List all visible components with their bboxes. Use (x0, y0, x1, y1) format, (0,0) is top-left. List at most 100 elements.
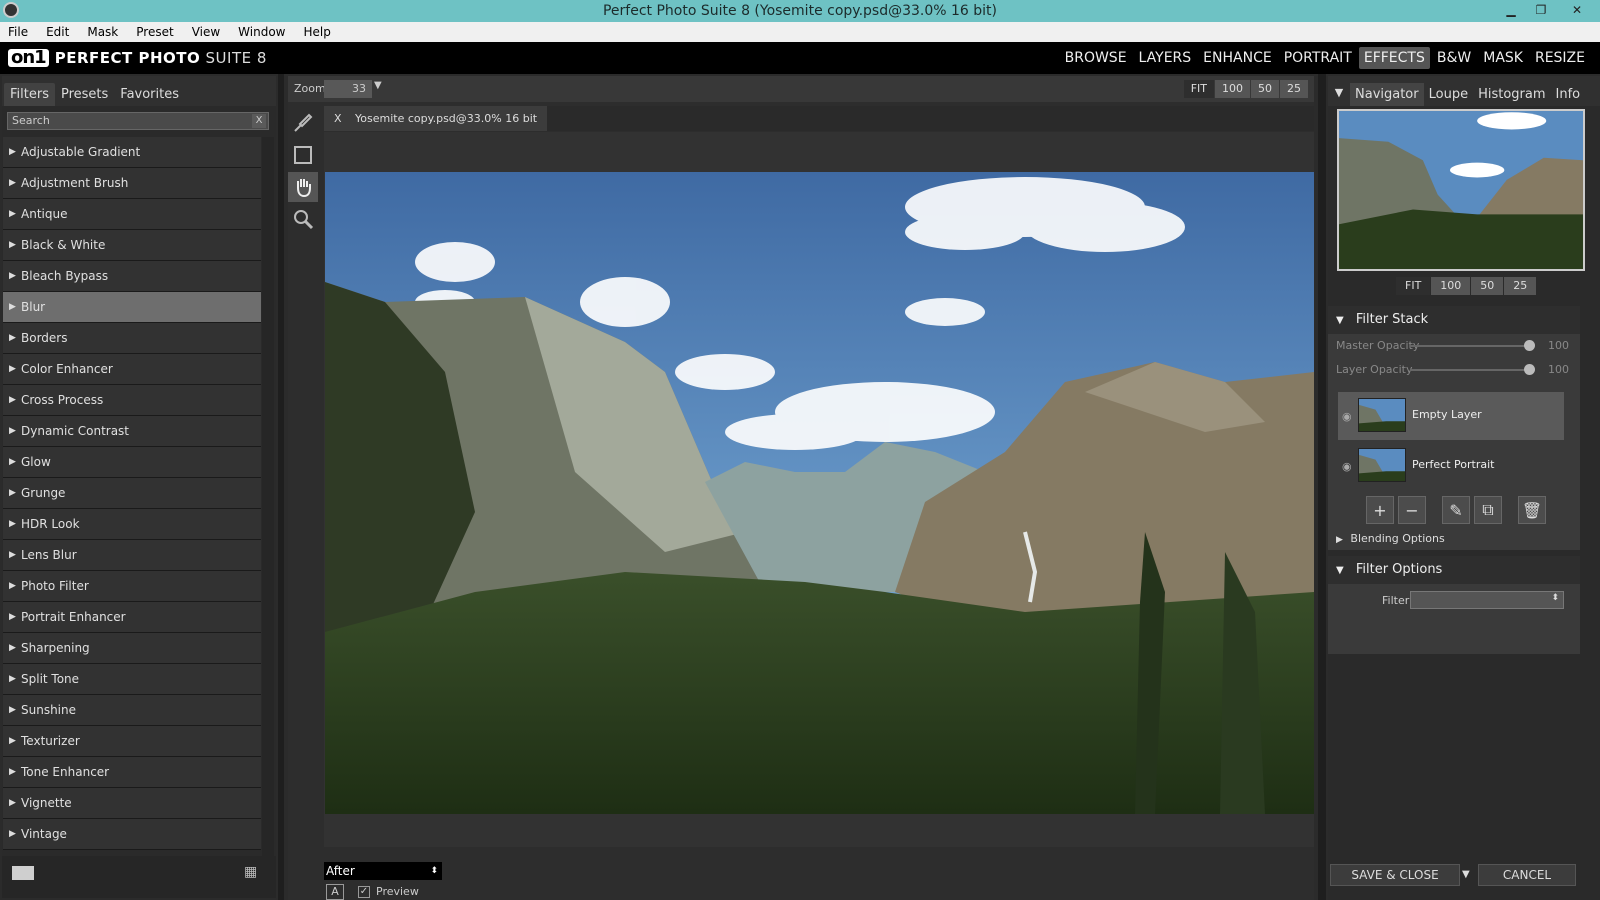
filter-search-input[interactable]: Search X (7, 112, 269, 130)
left-panel-collapse-handle[interactable] (278, 74, 284, 900)
menu-file[interactable]: File (8, 25, 28, 39)
filter-item-sharpening[interactable]: ▶ Sharpening (3, 633, 261, 664)
trash-icon[interactable]: 🗑 (1518, 496, 1546, 524)
preview-toggle[interactable]: ✓ Preview (358, 885, 419, 898)
blending-options-toggle[interactable]: ▶ Blending Options (1336, 532, 1445, 545)
filter-item-vignette[interactable]: ▶ Vignette (3, 788, 261, 819)
slider-knob[interactable] (1524, 364, 1535, 375)
slider-track[interactable] (1410, 369, 1530, 371)
document-tab[interactable]: X Yosemite copy.psd@33.0% 16 bit (324, 106, 548, 131)
tab-info[interactable]: Info (1551, 83, 1586, 106)
filter-item-borders[interactable]: ▶ Borders (3, 323, 261, 354)
layer-row-perfect-portrait[interactable]: ◉ Perfect Portrait (1338, 442, 1564, 490)
module-tab-resize[interactable]: RESIZE (1530, 47, 1590, 69)
menu-help[interactable]: Help (304, 25, 331, 39)
menu-window[interactable]: Window (238, 25, 285, 39)
slider-track[interactable] (1410, 345, 1530, 347)
nav-zoom-50-button[interactable]: 50 (1471, 277, 1504, 295)
filter-item-vintage[interactable]: ▶ Vintage (3, 819, 261, 850)
nav-zoom-fit-button[interactable]: FIT (1396, 277, 1431, 295)
filter-item-color-enhancer[interactable]: ▶ Color Enhancer (3, 354, 261, 385)
menu-preset[interactable]: Preset (136, 25, 173, 39)
module-tab-portrait[interactable]: PORTRAIT (1279, 47, 1357, 69)
hand-tool-icon[interactable] (288, 172, 318, 202)
view-mode-dropdown[interactable]: After ⬍ (324, 862, 442, 880)
menu-view[interactable]: View (192, 25, 220, 39)
filter-item-hdr-look[interactable]: ▶ HDR Look (3, 509, 261, 540)
filter-item-antique[interactable]: ▶ Antique (3, 199, 261, 230)
filter-item-photo-filter[interactable]: ▶ Photo Filter (3, 571, 261, 602)
tab-loupe[interactable]: Loupe (1424, 83, 1473, 106)
preview-checkbox[interactable]: ✓ (358, 885, 370, 898)
visibility-eye-icon[interactable]: ◉ (1342, 410, 1352, 423)
save-and-close-button[interactable]: SAVE & CLOSE (1330, 864, 1460, 886)
menu-edit[interactable]: Edit (46, 25, 69, 39)
tab-favorites[interactable]: Favorites (114, 83, 185, 106)
module-tab-browse[interactable]: BROWSE (1060, 47, 1132, 69)
tab-histogram[interactable]: Histogram (1473, 83, 1550, 106)
navigator-thumbnail[interactable] (1337, 109, 1585, 271)
minimize-button[interactable]: ▁ (1498, 1, 1524, 19)
zoom-tool-icon[interactable] (288, 204, 318, 234)
filter-item-bleach-bypass[interactable]: ▶ Bleach Bypass (3, 261, 261, 292)
module-tab-bandw[interactable]: B&W (1432, 47, 1476, 69)
module-tab-enhance[interactable]: ENHANCE (1198, 47, 1277, 69)
filter-item-portrait-enhancer[interactable]: ▶ Portrait Enhancer (3, 602, 261, 633)
right-panel-collapse-handle[interactable] (1318, 74, 1326, 900)
filter-options-header[interactable]: ▼ Filter Options (1328, 556, 1580, 584)
nav-zoom-100-button[interactable]: 100 (1431, 277, 1471, 295)
close-button[interactable]: ✕ (1558, 1, 1596, 19)
zoom-input[interactable]: 33 (324, 80, 372, 98)
module-tab-layers[interactable]: LAYERS (1134, 47, 1197, 69)
filter-stack-header[interactable]: ▼ Filter Stack (1328, 306, 1580, 334)
tab-navigator[interactable]: Navigator (1350, 83, 1424, 106)
filter-item-adjustable-gradient[interactable]: ▶ Adjustable Gradient (3, 137, 261, 168)
tab-filters[interactable]: Filters (4, 83, 55, 106)
tab-presets[interactable]: Presets (55, 83, 114, 106)
module-tab-effects[interactable]: EFFECTS (1358, 47, 1430, 69)
search-clear-button[interactable]: X (252, 114, 266, 128)
compare-a-button[interactable]: A (326, 884, 344, 900)
visibility-eye-icon[interactable]: ◉ (1342, 460, 1352, 473)
filter-item-lens-blur[interactable]: ▶ Lens Blur (3, 540, 261, 571)
remove-layer-icon[interactable]: − (1398, 496, 1426, 524)
layer-opacity-slider[interactable]: Layer Opacity 100 (1328, 358, 1580, 382)
filter-list-scrollbar[interactable] (262, 137, 274, 857)
filter-item-adjustment-brush[interactable]: ▶ Adjustment Brush (3, 168, 261, 199)
filter-item-grunge[interactable]: ▶ Grunge (3, 478, 261, 509)
filter-item-split-tone[interactable]: ▶ Split Tone (3, 664, 261, 695)
duplicate-layer-icon[interactable]: ⧉ (1474, 496, 1502, 524)
brush-tool-icon[interactable] (288, 108, 318, 138)
add-layer-icon[interactable]: + (1366, 496, 1394, 524)
layer-row-empty-layer[interactable]: ◉ Empty Layer (1338, 392, 1564, 440)
filter-item-sunshine[interactable]: ▶ Sunshine (3, 695, 261, 726)
zoom-dropdown-icon[interactable]: ▼ (374, 80, 382, 91)
zoom-fit-button[interactable]: FIT (1183, 80, 1214, 98)
filter-item-glow[interactable]: ▶ Glow (3, 447, 261, 478)
nav-zoom-25-button[interactable]: 25 (1504, 277, 1537, 295)
filter-select[interactable]: ⬍ (1410, 591, 1564, 609)
collapse-triangle-icon[interactable]: ▼ (1328, 86, 1350, 99)
brush-mask-icon[interactable]: ✎ (1442, 496, 1470, 524)
crop-tool-icon[interactable] (288, 140, 318, 170)
filter-item-black-and-white[interactable]: ▶ Black & White (3, 230, 261, 261)
zoom-50-button[interactable]: 50 (1251, 80, 1279, 98)
restore-button[interactable]: ❐ (1528, 1, 1554, 19)
zoom-25-button[interactable]: 25 (1280, 80, 1308, 98)
save-options-dropdown-icon[interactable]: ▼ (1462, 864, 1476, 886)
cancel-button[interactable]: CANCEL (1478, 864, 1576, 886)
photo-canvas[interactable] (325, 172, 1314, 814)
filter-item-tone-enhancer[interactable]: ▶ Tone Enhancer (3, 757, 261, 788)
filter-item-dynamic-contrast[interactable]: ▶ Dynamic Contrast (3, 416, 261, 447)
master-opacity-slider[interactable]: Master Opacity 100 (1328, 334, 1580, 358)
menu-mask[interactable]: Mask (87, 25, 118, 39)
close-document-icon[interactable]: X (334, 112, 342, 125)
filter-item-blur[interactable]: ▶ Blur (3, 292, 261, 323)
module-tab-mask[interactable]: MASK (1478, 47, 1528, 69)
grid-view-icon[interactable]: ▦ (244, 864, 266, 880)
zoom-100-button[interactable]: 100 (1215, 80, 1250, 98)
slider-knob[interactable] (1524, 340, 1535, 351)
list-view-toggle[interactable] (12, 866, 34, 880)
filter-item-texturizer[interactable]: ▶ Texturizer (3, 726, 261, 757)
filter-item-cross-process[interactable]: ▶ Cross Process (3, 385, 261, 416)
